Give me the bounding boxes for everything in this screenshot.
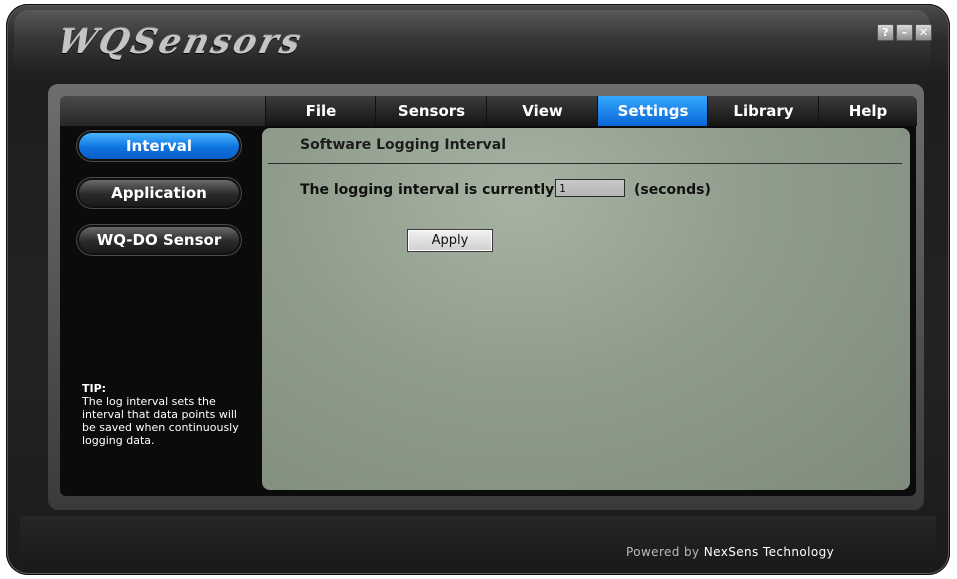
menu-help[interactable]: Help bbox=[818, 96, 917, 126]
footer-prefix: Powered by bbox=[626, 545, 700, 559]
tip-text: The log interval sets the interval that … bbox=[82, 395, 239, 447]
menu-file[interactable]: File bbox=[265, 96, 376, 126]
interval-input[interactable] bbox=[555, 179, 625, 197]
menu-settings[interactable]: Settings bbox=[597, 96, 708, 126]
panel-title: Software Logging Interval bbox=[300, 137, 507, 153]
sidebar-item-interval[interactable]: Interval bbox=[79, 133, 239, 159]
sidebar-item-wq-do-sensor[interactable]: WQ-DO Sensor bbox=[79, 227, 239, 253]
menu-view[interactable]: View bbox=[486, 96, 598, 126]
interval-label: The logging interval is currently bbox=[300, 182, 555, 198]
apply-button[interactable]: Apply bbox=[407, 229, 493, 252]
sidebar-item-application[interactable]: Application bbox=[79, 180, 239, 206]
interval-unit: (seconds) bbox=[634, 182, 711, 198]
tip-title: TIP: bbox=[82, 382, 107, 395]
footer-brand: NexSens Technology bbox=[703, 545, 835, 559]
minimize-window-button[interactable]: – bbox=[896, 24, 913, 41]
close-window-button[interactable]: ✕ bbox=[915, 24, 932, 41]
help-window-button[interactable]: ? bbox=[877, 24, 894, 41]
menu-sensors[interactable]: Sensors bbox=[375, 96, 487, 126]
app-logo: WQSensors bbox=[53, 22, 308, 62]
title-divider bbox=[268, 163, 902, 164]
footer-credit: Powered by NexSens Technology bbox=[626, 545, 834, 559]
menu-library[interactable]: Library bbox=[707, 96, 819, 126]
